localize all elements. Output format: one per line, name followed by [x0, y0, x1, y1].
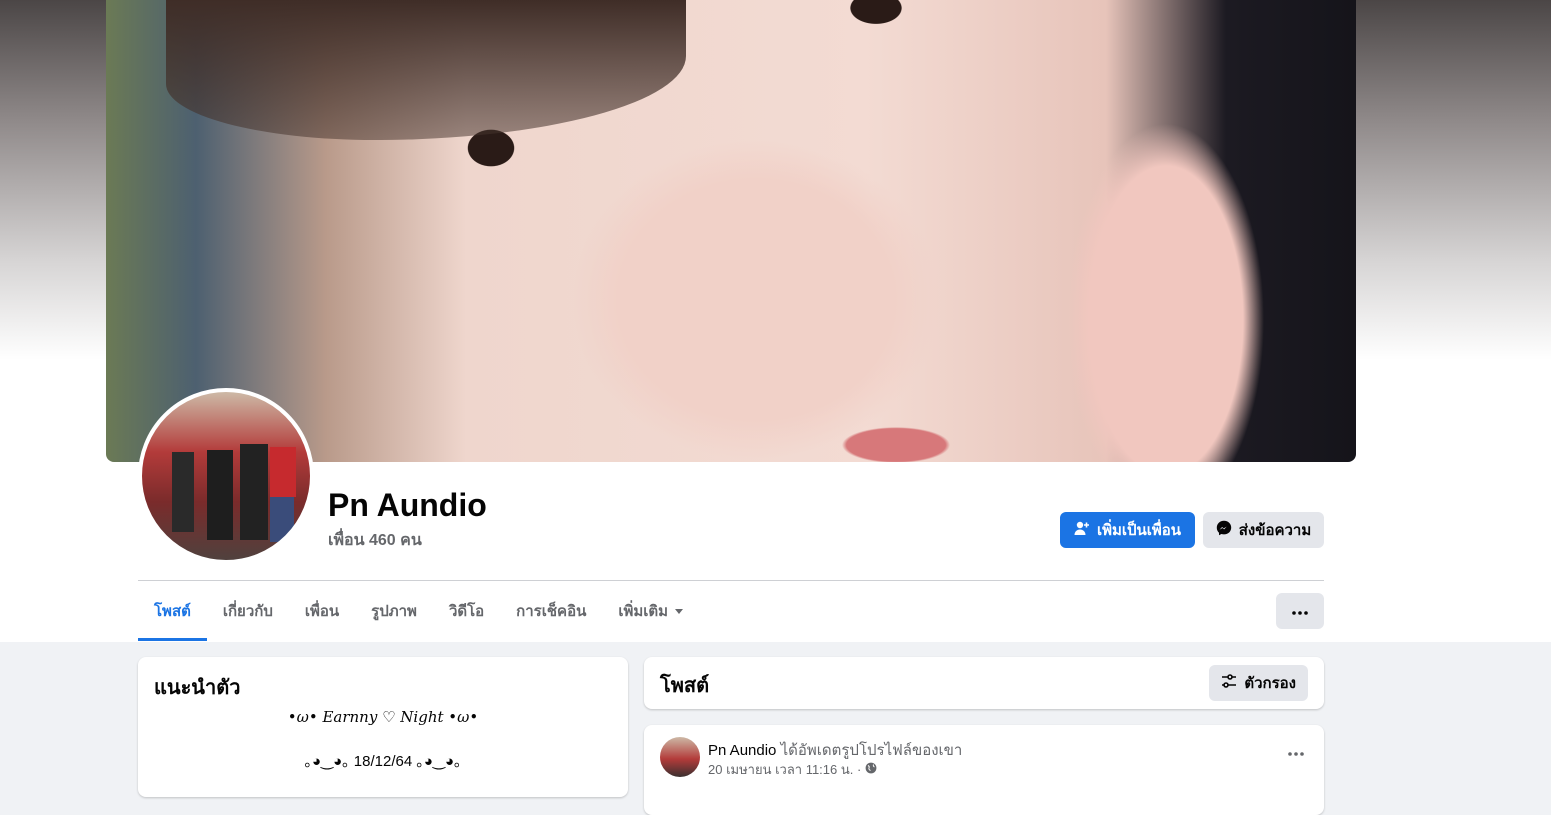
- message-button[interactable]: ส่งข้อความ: [1203, 512, 1324, 548]
- intro-card: แนะนำตัว: [138, 657, 628, 797]
- more-options-button[interactable]: [1276, 593, 1324, 629]
- post-meta: 20 เมษายน เวลา 11:16 น. ·: [708, 759, 877, 780]
- post-timestamp[interactable]: 20 เมษายน เวลา 11:16 น. ·: [708, 759, 861, 780]
- tab-posts[interactable]: โพสต์: [138, 581, 207, 641]
- tab-photos[interactable]: รูปภาพ: [355, 581, 433, 641]
- tab-more-label: เพิ่มเติม: [618, 603, 669, 620]
- friends-count[interactable]: เพื่อน 460 คน: [328, 528, 422, 553]
- cover-photo[interactable]: [106, 0, 1356, 462]
- intro-bio-date: ｡◕‿◕｡ 18/12/64 ｡◕‿◕｡: [304, 753, 462, 770]
- add-friend-label: เพิ่มเป็นเพื่อน: [1096, 522, 1182, 539]
- tab-checkins[interactable]: การเช็คอิน: [500, 581, 602, 641]
- message-label: ส่งข้อความ: [1238, 522, 1312, 539]
- tab-about[interactable]: เกี่ยวกับ: [207, 581, 289, 641]
- add-friend-icon: [1074, 520, 1090, 540]
- tab-more[interactable]: เพิ่มเติม: [602, 581, 700, 641]
- post-author-avatar[interactable]: [660, 737, 700, 777]
- filter-button[interactable]: ตัวกรอง: [1209, 665, 1308, 701]
- ellipsis-icon: [1292, 602, 1308, 620]
- add-friend-button[interactable]: เพิ่มเป็นเพื่อน: [1060, 512, 1195, 548]
- caret-down-icon: [674, 603, 684, 620]
- posts-title: โพสต์: [660, 675, 710, 697]
- profile-picture[interactable]: [138, 388, 314, 564]
- profile-tabs: โพสต์ เกี่ยวกับ เพื่อน รูปภาพ วิดีโอ การ…: [138, 581, 700, 641]
- messenger-icon: [1216, 520, 1232, 540]
- intro-title: แนะนำตัว: [154, 677, 241, 699]
- post-options-button[interactable]: [1288, 743, 1304, 761]
- intro-bio-line: •ω• Earnny ♡ Night •ω•: [287, 708, 479, 726]
- globe-icon: [865, 762, 877, 777]
- cover-photo-hair: [166, 0, 686, 140]
- ellipsis-icon: [1288, 743, 1304, 760]
- filter-label: ตัวกรอง: [1244, 675, 1296, 692]
- filter-icon: [1221, 674, 1237, 692]
- post-card: Pn Aundio ได้อัพเดตรูปโปรไฟล์ของเขา 20 เ…: [644, 725, 1324, 815]
- post-action-text: ได้อัพเดตรูปโปรไฟล์ของเขา: [780, 742, 963, 759]
- post-author-name[interactable]: Pn Aundio: [708, 742, 776, 759]
- profile-name: Pn Aundio: [328, 487, 487, 523]
- posts-header-card: โพสต์ ตัวกรอง: [644, 657, 1324, 709]
- tab-videos[interactable]: วิดีโอ: [433, 581, 500, 641]
- tab-friends[interactable]: เพื่อน: [289, 581, 355, 641]
